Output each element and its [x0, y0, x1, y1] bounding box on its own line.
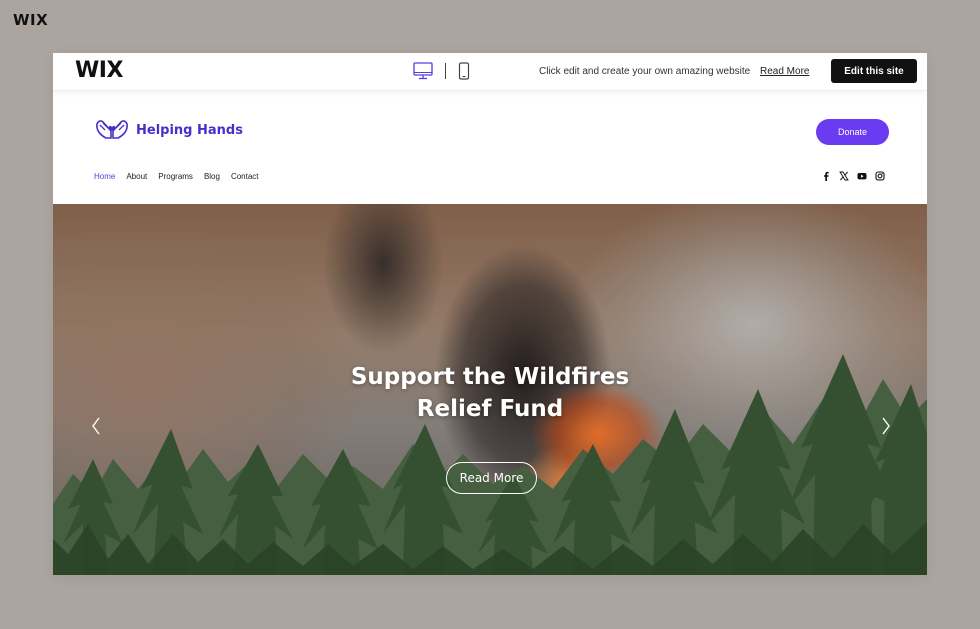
- chevron-right-icon[interactable]: [880, 416, 892, 436]
- brand-logo[interactable]: Helping Hands: [94, 118, 243, 142]
- x-icon[interactable]: [839, 171, 849, 181]
- facebook-icon[interactable]: [821, 171, 831, 181]
- nav-item-programs[interactable]: Programs: [158, 172, 193, 181]
- nav-item-blog[interactable]: Blog: [204, 172, 220, 181]
- donate-button[interactable]: Donate: [816, 119, 889, 145]
- wix-bar-logo: WIX: [75, 58, 123, 83]
- mobile-icon[interactable]: [458, 62, 470, 80]
- nav-item-home[interactable]: Home: [94, 172, 115, 181]
- promo-text: Click edit and create your own amazing w…: [539, 66, 751, 77]
- hero-banner: Support the Wildfires Relief Fund Read M…: [53, 204, 927, 575]
- social-links: [821, 171, 885, 181]
- site-nav: Home About Programs Blog Contact: [94, 172, 259, 181]
- chevron-left-icon[interactable]: [90, 416, 102, 436]
- view-toggle-divider: [445, 63, 446, 79]
- hands-heart-icon: [96, 120, 128, 139]
- hero-title-line1: Support the Wildfires: [350, 364, 630, 390]
- hero-title: Support the Wildfires Relief Fund: [303, 361, 677, 425]
- site-preview-frame: WIX Click edit and create your own amazi…: [53, 53, 927, 575]
- hero-read-more-button[interactable]: Read More: [446, 462, 537, 494]
- brand-name: Helping Hands: [136, 122, 243, 138]
- hero-title-line2: Relief Fund: [416, 396, 564, 422]
- edit-site-button[interactable]: Edit this site: [831, 59, 917, 83]
- youtube-icon[interactable]: [857, 171, 867, 181]
- nav-item-contact[interactable]: Contact: [231, 172, 259, 181]
- nav-item-about[interactable]: About: [126, 172, 147, 181]
- desktop-icon[interactable]: [413, 62, 433, 80]
- instagram-icon[interactable]: [875, 171, 885, 181]
- wix-corner-logo: WIX: [13, 11, 49, 29]
- site-header: Helping Hands Donate Home About Programs…: [53, 91, 927, 204]
- promo-read-more-link[interactable]: Read More: [760, 66, 809, 77]
- view-mode-toggle: [413, 62, 470, 80]
- wix-editor-bar: WIX Click edit and create your own amazi…: [53, 53, 927, 91]
